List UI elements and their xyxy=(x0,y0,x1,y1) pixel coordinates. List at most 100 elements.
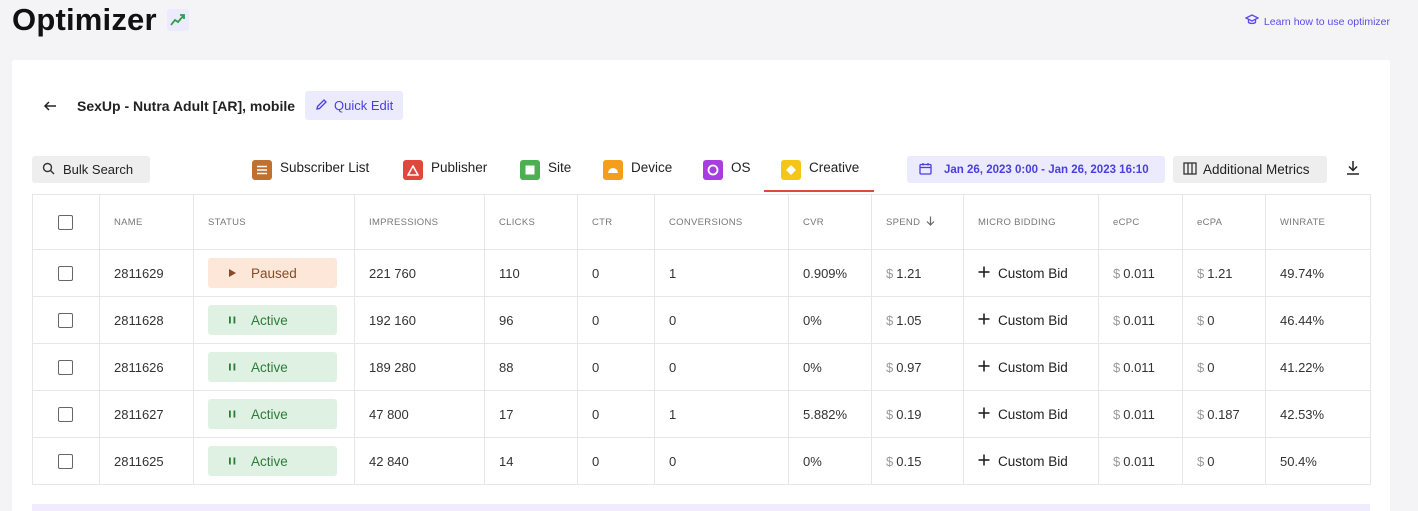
col-spend[interactable]: SPEND xyxy=(871,194,964,250)
currency-symbol: $ xyxy=(1113,359,1121,375)
custom-bid-button[interactable]: Custom Bid xyxy=(978,313,1068,328)
tab-device[interactable]: Device xyxy=(603,156,672,192)
plus-icon xyxy=(978,313,990,328)
col-conversions[interactable]: CONVERSIONS xyxy=(654,194,789,250)
ecpc-value: 0.011 xyxy=(1123,265,1155,281)
ecpa-value: 0 xyxy=(1207,453,1215,469)
row-checkbox[interactable] xyxy=(58,360,73,376)
cell-spend: $1.05 xyxy=(871,296,964,344)
cell-micro-bidding: Custom Bid xyxy=(963,437,1099,485)
spend-value: 1.21 xyxy=(896,265,922,281)
cell-ctr: 0 xyxy=(577,390,655,438)
tab-publisher[interactable]: Publisher xyxy=(403,156,487,192)
download-icon[interactable] xyxy=(1344,158,1362,178)
arrow-down-icon xyxy=(926,216,935,229)
additional-metrics-button[interactable]: Additional Metrics xyxy=(1173,156,1327,183)
cell-micro-bidding: Custom Bid xyxy=(963,390,1099,438)
cell-name: 2811625 xyxy=(99,437,194,485)
page-title-text: Optimizer xyxy=(12,2,157,37)
ecpc-value: 0.011 xyxy=(1123,406,1155,422)
currency-symbol: $ xyxy=(886,406,894,422)
currency-symbol: $ xyxy=(1113,265,1121,281)
col-cvr[interactable]: CVR xyxy=(788,194,872,250)
cell-ecpc: $0.011 xyxy=(1098,390,1183,438)
col-clicks[interactable]: CLICKS xyxy=(484,194,578,250)
cell-ctr: 0 xyxy=(577,343,655,391)
status-toggle-button[interactable]: Active xyxy=(208,446,337,476)
cell-micro-bidding: Custom Bid xyxy=(963,343,1099,391)
col-winrate[interactable]: WINRATE xyxy=(1265,194,1371,250)
status-toggle-button[interactable]: Paused xyxy=(208,258,337,288)
cell-conversions: 0 xyxy=(654,437,789,485)
trending-up-icon xyxy=(166,9,189,31)
page-title: Optimizer xyxy=(12,2,189,38)
cell-winrate: 50.4% xyxy=(1265,437,1371,485)
creatives-table: NAME STATUS IMPRESSIONS CLICKS CTR CONVE… xyxy=(32,194,1371,485)
table-row: 2811626 Active 189 280 88 0 0 0% $0.97 Custom Bi… xyxy=(32,343,1371,391)
select-all-checkbox[interactable] xyxy=(58,214,73,230)
cell-ctr: 0 xyxy=(577,296,655,344)
arrow-left-icon[interactable] xyxy=(42,98,58,114)
col-ctr[interactable]: CTR xyxy=(577,194,655,250)
status-label: Active xyxy=(251,359,288,375)
tab-label: Creative xyxy=(809,160,860,175)
select-cell xyxy=(32,249,100,297)
cell-cvr: 0% xyxy=(788,437,872,485)
currency-symbol: $ xyxy=(1197,265,1205,281)
col-name[interactable]: NAME xyxy=(99,194,194,250)
cell-ecpc: $0.011 xyxy=(1098,296,1183,344)
cell-clicks: 88 xyxy=(484,343,578,391)
currency-symbol: $ xyxy=(886,453,894,469)
status-toggle-button[interactable]: Active xyxy=(208,352,337,382)
status-toggle-button[interactable]: Active xyxy=(208,399,337,429)
row-checkbox[interactable] xyxy=(58,407,73,423)
cell-ecpc: $0.011 xyxy=(1098,437,1183,485)
cell-spend: $0.97 xyxy=(871,343,964,391)
graduation-cap-icon xyxy=(1244,14,1260,29)
cell-impressions: 42 840 xyxy=(354,437,485,485)
tab-site[interactable]: Site xyxy=(520,156,571,192)
bulk-search-button[interactable]: Bulk Search xyxy=(32,156,150,183)
row-checkbox[interactable] xyxy=(58,313,73,329)
col-status[interactable]: STATUS xyxy=(193,194,355,250)
cell-winrate: 42.53% xyxy=(1265,390,1371,438)
custom-bid-button[interactable]: Custom Bid xyxy=(978,266,1068,281)
custom-bid-label: Custom Bid xyxy=(998,312,1068,328)
tab-subscriber-list[interactable]: Subscriber List xyxy=(252,156,369,192)
learn-how-link[interactable]: Learn how to use optimizer xyxy=(1244,14,1390,29)
custom-bid-button[interactable]: Custom Bid xyxy=(978,407,1068,422)
cell-ecpc: $0.011 xyxy=(1098,249,1183,297)
col-impressions[interactable]: IMPRESSIONS xyxy=(354,194,485,250)
cell-status: Active xyxy=(193,437,355,485)
tab-os[interactable]: OS xyxy=(703,156,751,192)
tab-label: Device xyxy=(631,160,673,175)
col-micro-bidding[interactable]: MICRO BIDDING xyxy=(963,194,1099,250)
date-range-picker[interactable]: Jan 26, 2023 0:00 - Jan 26, 2023 16:10 xyxy=(907,156,1165,183)
additional-metrics-label: Additional Metrics xyxy=(1203,162,1310,177)
cell-name: 2811629 xyxy=(99,249,194,297)
row-checkbox[interactable] xyxy=(58,266,73,282)
cell-status: Paused xyxy=(193,249,355,297)
circle-icon xyxy=(703,160,723,180)
col-spend-label: SPEND xyxy=(886,216,921,228)
toolbar: Bulk Search Subscriber List Publisher Si… xyxy=(32,156,1370,192)
quick-edit-button[interactable]: Quick Edit xyxy=(305,91,404,120)
table-row: 2811629 Paused 221 760 110 0 1 0.909% $1.21 Cust… xyxy=(32,249,1371,297)
table-row: 2811628 Active 192 160 96 0 0 0% $1.05 Custom Bi… xyxy=(32,296,1371,344)
cell-conversions: 1 xyxy=(654,249,789,297)
select-cell xyxy=(32,296,100,344)
status-toggle-button[interactable]: Active xyxy=(208,305,337,335)
currency-symbol: $ xyxy=(1197,312,1205,328)
custom-bid-button[interactable]: Custom Bid xyxy=(978,360,1068,375)
col-ecpa[interactable]: eCPA xyxy=(1182,194,1266,250)
row-checkbox[interactable] xyxy=(58,454,73,470)
quick-edit-label: Quick Edit xyxy=(334,98,394,113)
tab-creative[interactable]: Creative xyxy=(764,156,874,192)
col-ecpc[interactable]: eCPC xyxy=(1098,194,1183,250)
cell-status: Active xyxy=(193,343,355,391)
custom-bid-button[interactable]: Custom Bid xyxy=(978,454,1068,469)
semicircle-icon xyxy=(603,160,623,180)
spend-value: 0.19 xyxy=(896,406,922,422)
table-header-row: NAME STATUS IMPRESSIONS CLICKS CTR CONVE… xyxy=(32,194,1371,250)
cell-ctr: 0 xyxy=(577,249,655,297)
